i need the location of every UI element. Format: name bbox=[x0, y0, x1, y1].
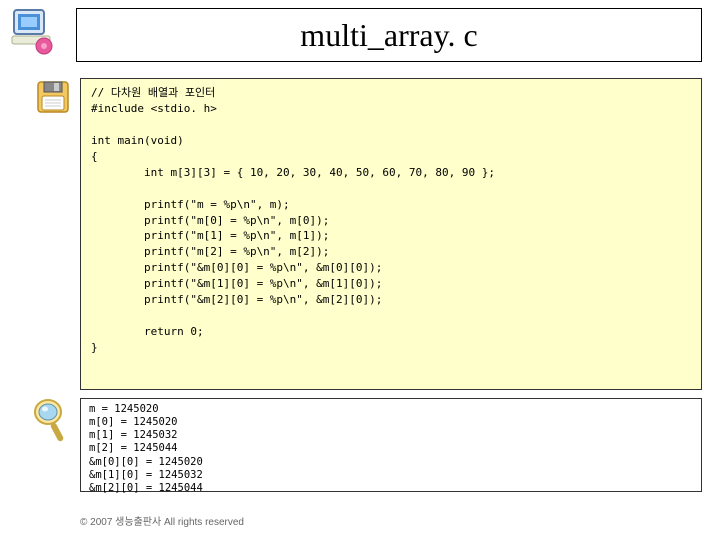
slide: multi_array. c // 다차원 배열과 포인터 #include <… bbox=[0, 0, 720, 540]
magnifier-icon bbox=[30, 398, 70, 446]
floppy-disk-icon bbox=[36, 80, 70, 114]
page-title: multi_array. c bbox=[300, 17, 477, 54]
title-block: multi_array. c bbox=[76, 8, 702, 62]
output-listing: m = 1245020 m[0] = 1245020 m[1] = 124503… bbox=[80, 398, 702, 492]
computer-icon bbox=[8, 6, 58, 56]
copyright-footer: © 2007 생능출판사 All rights reserved bbox=[80, 513, 244, 528]
code-listing: // 다차원 배열과 포인터 #include <stdio. h> int m… bbox=[80, 78, 702, 390]
